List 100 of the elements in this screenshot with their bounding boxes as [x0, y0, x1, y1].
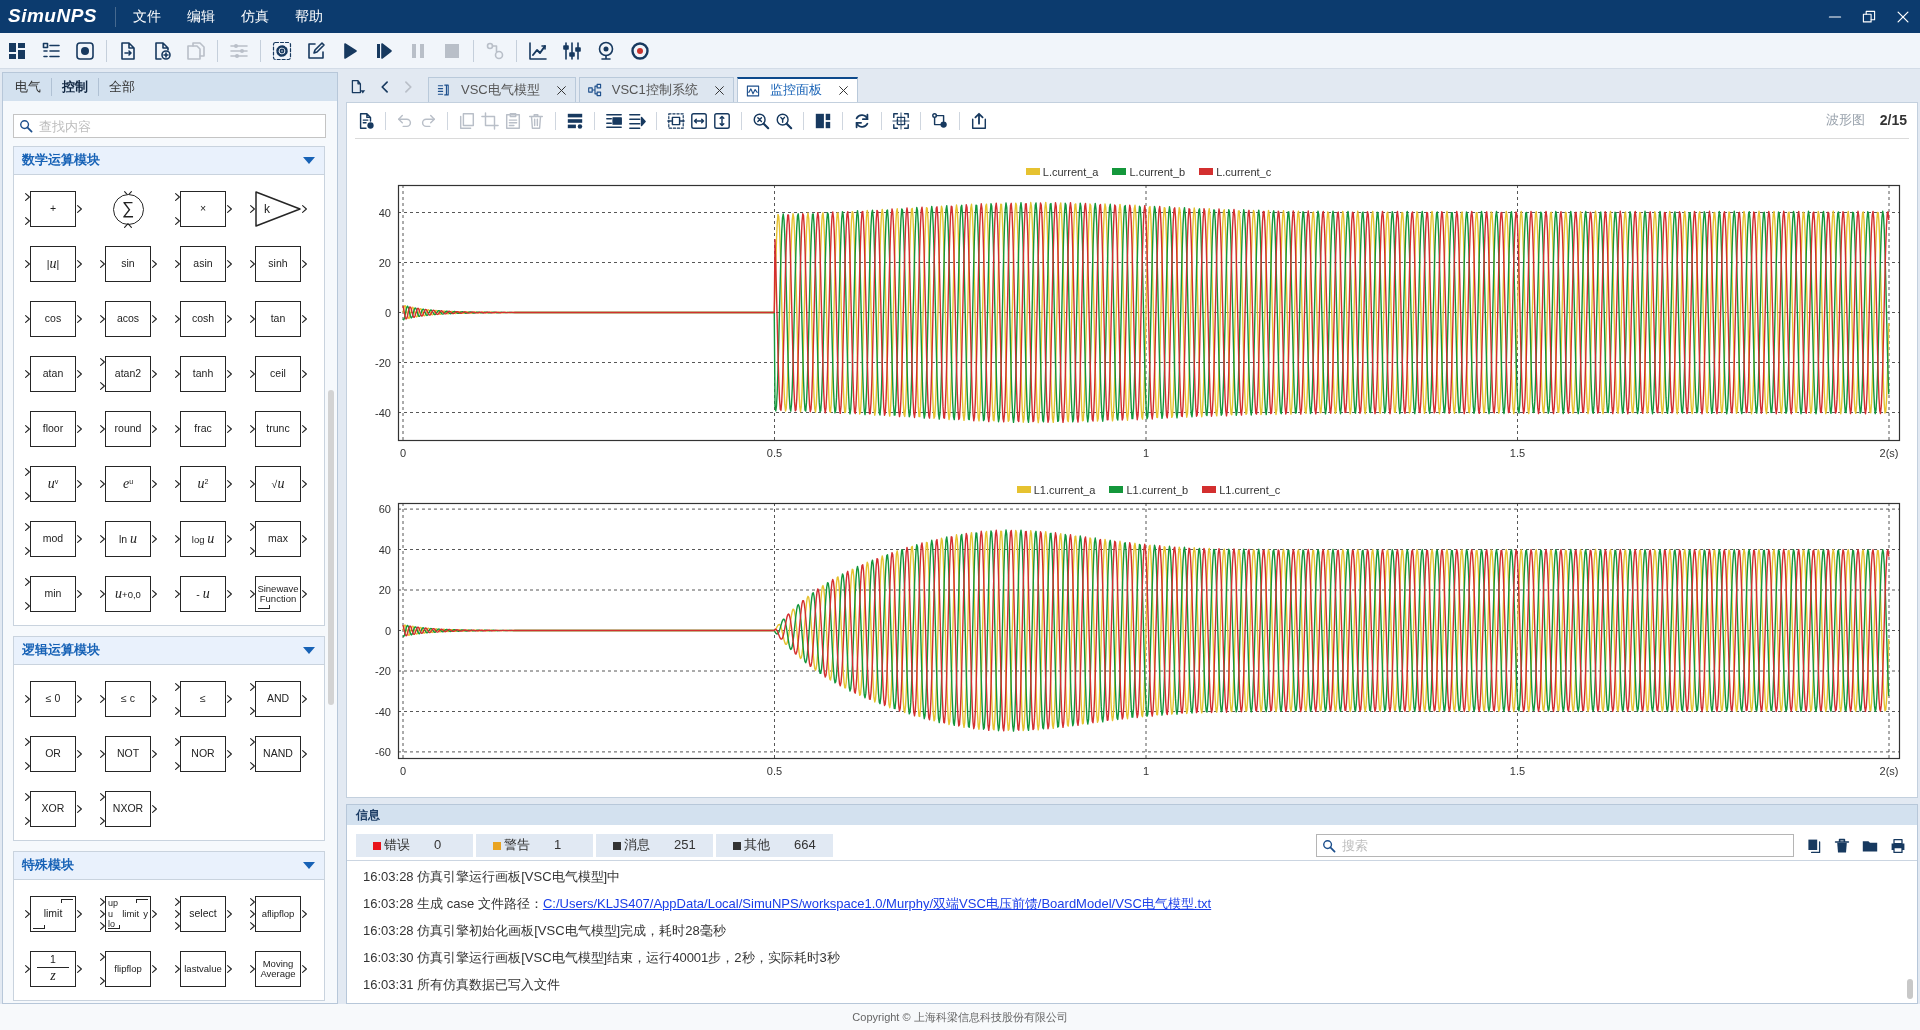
block-tile[interactable]: ln u [105, 521, 151, 557]
equalizer-icon[interactable] [562, 40, 582, 61]
section-header[interactable]: 数学运算模块 [14, 147, 324, 175]
search-field[interactable]: 查找内容 [13, 114, 326, 138]
tab[interactable]: VSC电气模型 [428, 77, 576, 102]
scrollbar-thumb[interactable] [1907, 979, 1913, 999]
close-icon[interactable] [713, 84, 725, 96]
block-tile[interactable]: atan [30, 356, 76, 392]
block-tile[interactable]: select [180, 896, 226, 932]
block-tile[interactable]: max [255, 521, 301, 557]
menu-item[interactable]: 文件 [120, 0, 175, 33]
block-tile[interactable]: floor [30, 411, 76, 447]
block-tile[interactable]: asin [180, 246, 226, 282]
menu-item[interactable]: 编辑 [174, 0, 229, 33]
step-forward-icon[interactable] [374, 40, 394, 61]
block-tile[interactable]: frac [180, 411, 226, 447]
grid-icon[interactable] [7, 40, 27, 61]
indent-icon[interactable] [628, 111, 646, 130]
block-tile[interactable]: 1 z [30, 951, 76, 987]
rows-icon[interactable] [566, 111, 584, 130]
fit-height-icon[interactable] [713, 111, 731, 130]
block-tile[interactable]: limit [30, 896, 76, 932]
search-field[interactable]: 搜索 [1316, 834, 1794, 857]
block-tile[interactable]: u+0,0 [105, 576, 151, 612]
block-tile[interactable]: ceil [255, 356, 301, 392]
block-tile[interactable]: up u lo limit y [105, 896, 151, 932]
block-tile[interactable]: u$^{2}$ [180, 466, 226, 502]
printer-icon[interactable] [1890, 837, 1906, 854]
section-header[interactable]: 特殊模块 [14, 852, 324, 880]
block-tile[interactable]: flipflop [105, 951, 151, 987]
document-icon[interactable] [1806, 837, 1822, 854]
block-tile[interactable]: NOR [180, 736, 226, 772]
block-tile[interactable]: Sinewave Function [255, 576, 301, 612]
filter-tab[interactable]: 错误 0 [356, 834, 473, 857]
settings-icon[interactable] [272, 40, 292, 61]
block-tile[interactable]: NAND [255, 736, 301, 772]
block-tile[interactable]: sinh [255, 246, 301, 282]
block-tile[interactable]: atan2 [105, 356, 151, 392]
close-icon[interactable] [555, 84, 567, 96]
document-plus-icon[interactable] [152, 40, 172, 61]
lines-icon[interactable] [605, 111, 623, 130]
trash-icon[interactable] [1834, 837, 1850, 854]
block-tile[interactable]: ∑ [112, 193, 144, 225]
block-tile[interactable]: cos [30, 301, 76, 337]
pencil-icon[interactable] [306, 40, 326, 61]
block-tile[interactable]: u$^{v}$ [30, 466, 76, 502]
section-header[interactable]: 逻辑运算模块 [14, 637, 324, 665]
block-tile[interactable]: ≤ c [105, 681, 151, 717]
block-tile[interactable]: tan [255, 301, 301, 337]
block-tile[interactable]: + [30, 191, 76, 227]
block-tile[interactable]: - u [180, 576, 226, 612]
block-tile[interactable]: round [105, 411, 151, 447]
menu-item[interactable]: 帮助 [282, 0, 337, 33]
file-path-link[interactable]: C:/Users/KLJS407/AppData/Local/SimuNPS/workspace1.0/Murphy/双端VSC电压前馈/BoardModel/VSC电气模型.txt [542, 896, 1212, 911]
layout-icon[interactable] [814, 111, 832, 130]
block-tile[interactable]: sin [105, 246, 151, 282]
crosshair-icon[interactable] [892, 111, 910, 130]
branch-icon[interactable] [931, 111, 949, 130]
line-chart-icon[interactable] [528, 40, 548, 61]
document-caret-icon[interactable] [350, 79, 366, 95]
block-tile[interactable]: log u [180, 521, 226, 557]
block-tile[interactable]: XOR [30, 791, 76, 827]
block-tile[interactable]: acos [105, 301, 151, 337]
block-tile[interactable]: min [30, 576, 76, 612]
block-tile[interactable]: lastvalue [180, 951, 226, 987]
block-tile[interactable]: NOT [105, 736, 151, 772]
fit-width-icon[interactable] [690, 111, 708, 130]
block-tile[interactable]: k [255, 191, 301, 227]
document-arrow-icon[interactable] [118, 40, 138, 61]
tab[interactable]: 监控面板 [736, 77, 858, 102]
refresh-icon[interactable] [853, 111, 871, 130]
tab[interactable]: 全部 [99, 76, 145, 98]
scrollbar-thumb[interactable] [328, 390, 334, 705]
block-tile[interactable]: ≤ 0 [30, 681, 76, 717]
block-tile[interactable]: tanh [180, 356, 226, 392]
block-tile[interactable]: AND [255, 681, 301, 717]
zoom-icon[interactable] [775, 111, 793, 130]
selection-icon[interactable] [667, 111, 685, 130]
close-icon[interactable] [837, 85, 849, 96]
document-icon[interactable] [357, 111, 375, 130]
block-tile[interactable]: |u| [30, 246, 76, 282]
arrow-up-box-icon[interactable] [970, 111, 988, 130]
restore-icon[interactable] [1862, 9, 1876, 24]
block-tile[interactable]: trunc [255, 411, 301, 447]
block-tile[interactable]: NXOR [105, 791, 151, 827]
block-tile[interactable]: Moving Average [255, 951, 301, 987]
block-tile[interactable]: ≤ [180, 681, 226, 717]
block-tile[interactable]: e$^{u}$ [105, 466, 151, 502]
menu-item[interactable]: 仿真 [228, 0, 283, 33]
ring-icon[interactable] [630, 40, 650, 61]
block-tile[interactable]: aflipflop [255, 896, 301, 932]
block-tile[interactable]: OR [30, 736, 76, 772]
block-tile[interactable]: mod [30, 521, 76, 557]
filter-tab[interactable]: 消息 251 [596, 834, 713, 857]
zoom-icon[interactable] [752, 111, 770, 130]
block-tile[interactable]: × [180, 191, 226, 227]
tab[interactable]: 电气 [5, 76, 51, 98]
filter-tab[interactable]: 警告 1 [476, 834, 593, 857]
tab[interactable]: 控制 [52, 76, 98, 98]
block-tile[interactable]: cosh [180, 301, 226, 337]
